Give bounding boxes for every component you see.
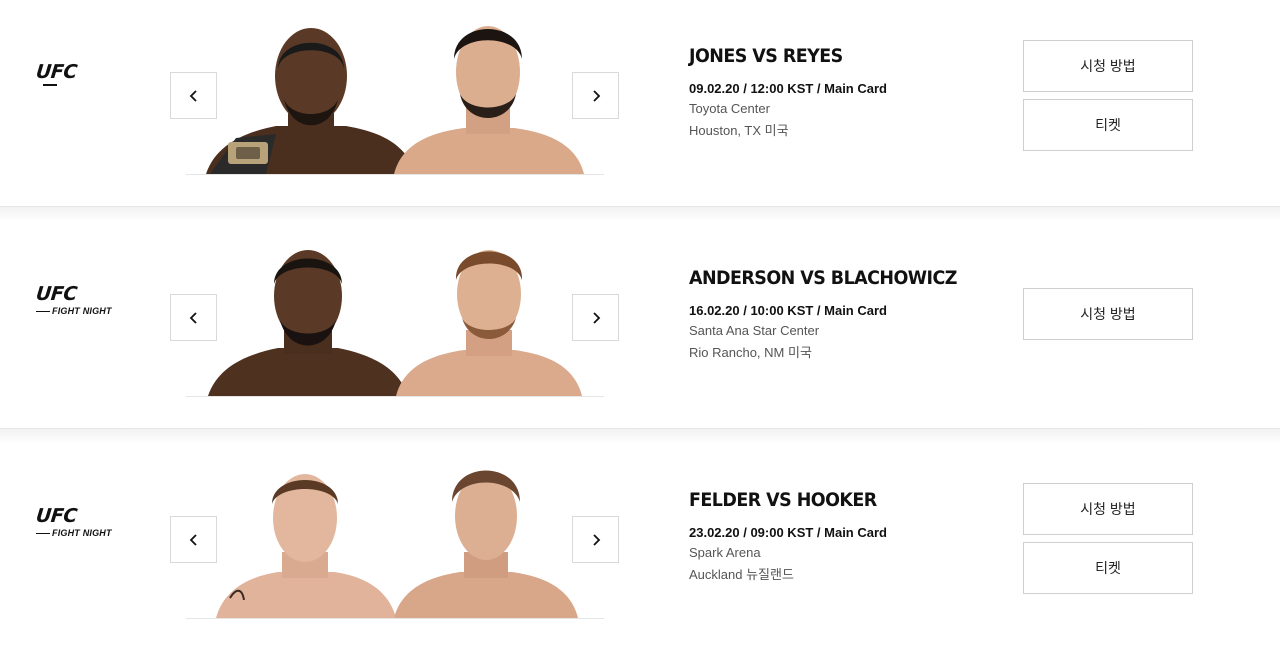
fight-night-line — [36, 533, 50, 534]
next-fighter-button[interactable] — [572, 516, 619, 563]
fighter-images — [186, 0, 604, 175]
fighter-baseline — [186, 396, 604, 397]
fighter-right-image — [396, 250, 582, 396]
fighter-left-image — [216, 474, 396, 618]
next-fighter-button[interactable] — [572, 72, 619, 119]
ufc-fight-night-logo: UFC FIGHT NIGHT — [34, 505, 116, 546]
how-to-watch-button[interactable]: 시청 방법 — [1023, 483, 1193, 535]
event-venue: Toyota Center — [689, 101, 770, 116]
event-info: ANDERSON VS BLACHOWICZ 16.02.20 / 10:00 … — [689, 267, 989, 361]
event-card: UFC FIGHT NIGHT FELDER VS HOOKER 23.02.2… — [0, 444, 1280, 648]
fighter-right-image — [394, 470, 578, 618]
event-card: UFC FIGHT NIGHT ANDERSON VS BLACHOWICZ 1… — [0, 222, 1280, 428]
ufc-fight-night-logo: UFC FIGHT NIGHT — [34, 283, 116, 324]
event-time: 23.02.20 / 09:00 KST / Main Card — [689, 525, 887, 540]
event-divider — [0, 428, 1280, 444]
event-card: UFC JONES VS REYES 09.02.20 / 12:00 KST … — [0, 0, 1280, 206]
how-to-watch-button[interactable]: 시청 방법 — [1023, 40, 1193, 92]
ufc-logo-underline — [43, 84, 57, 86]
event-info: JONES VS REYES 09.02.20 / 12:00 KST / Ma… — [689, 45, 989, 139]
tickets-button[interactable]: 티켓 — [1023, 99, 1193, 151]
event-venue: Spark Arena — [689, 545, 761, 560]
fighter-left-image — [208, 250, 408, 396]
chevron-right-icon — [592, 533, 600, 546]
fighter-baseline — [186, 174, 604, 175]
tickets-button[interactable]: 티켓 — [1023, 542, 1193, 594]
event-divider — [0, 206, 1280, 222]
event-city: Rio Rancho, NM 미국 — [689, 345, 812, 360]
event-time: 16.02.20 / 10:00 KST / Main Card — [689, 303, 887, 318]
fight-night-line — [36, 311, 50, 312]
chevron-right-icon — [592, 89, 600, 102]
fighter-right-image — [394, 26, 584, 174]
event-info: FELDER VS HOOKER 23.02.20 / 09:00 KST / … — [689, 489, 989, 583]
how-to-watch-button[interactable]: 시청 방법 — [1023, 288, 1193, 340]
chevron-right-icon — [592, 311, 600, 324]
fighter-images — [186, 444, 604, 619]
ufc-logo-text: UFC — [34, 283, 79, 305]
fighter-baseline — [186, 618, 604, 619]
event-title[interactable]: ANDERSON VS BLACHOWICZ — [689, 267, 965, 293]
ufc-logo: UFC — [34, 61, 116, 102]
event-venue: Santa Ana Star Center — [689, 323, 820, 338]
ufc-logo-text: UFC — [34, 505, 79, 527]
event-city: Houston, TX 미국 — [689, 123, 789, 138]
fighter-left-image — [206, 28, 416, 174]
fight-night-text: FIGHT NIGHT — [52, 306, 112, 316]
event-time: 09.02.20 / 12:00 KST / Main Card — [689, 81, 887, 96]
event-title[interactable]: FELDER VS HOOKER — [689, 489, 965, 515]
fighter-images — [186, 222, 604, 397]
ufc-logo-text: UFC — [34, 61, 79, 83]
event-title[interactable]: JONES VS REYES — [689, 45, 965, 71]
next-fighter-button[interactable] — [572, 294, 619, 341]
fight-night-text: FIGHT NIGHT — [52, 528, 112, 538]
event-city: Auckland 뉴질랜드 — [689, 567, 794, 582]
